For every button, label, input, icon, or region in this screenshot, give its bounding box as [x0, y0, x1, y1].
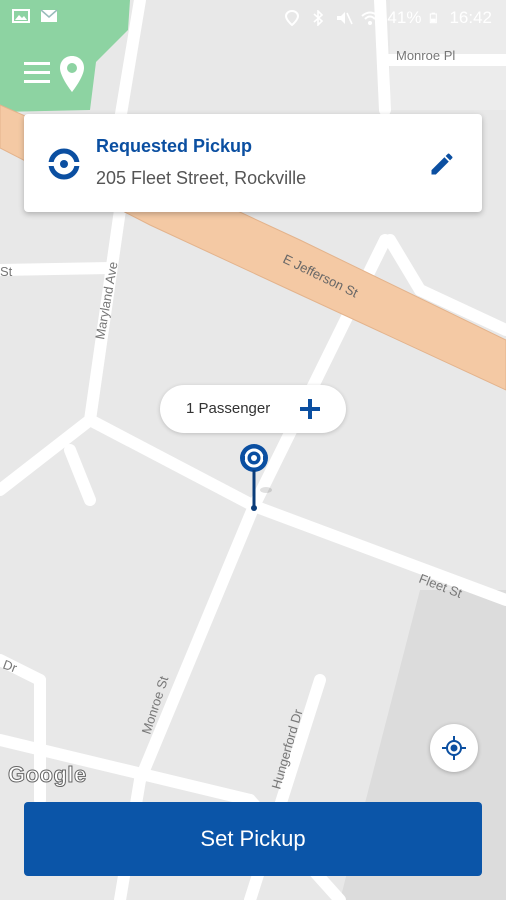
map-pin-icon [60, 56, 84, 92]
google-attribution: Google [8, 762, 87, 788]
set-pickup-button[interactable]: Set Pickup [24, 802, 482, 876]
plus-icon[interactable] [298, 397, 322, 421]
my-location-button[interactable] [430, 724, 478, 772]
street-label-st-left: St [0, 264, 13, 279]
pencil-icon[interactable] [428, 150, 456, 178]
pickup-pin-icon [240, 444, 272, 511]
email-icon [40, 9, 58, 22]
status-bar: 41% 16:42 [0, 0, 506, 36]
target-ring-icon [48, 148, 80, 180]
image-icon [12, 9, 30, 23]
passenger-count-label: 1 Passenger [186, 400, 271, 417]
wifi-icon [361, 11, 380, 25]
pickup-card[interactable]: Requested Pickup 205 Fleet Street, Rockv… [24, 114, 482, 212]
street-label-monroe-pl: Monroe Pl [396, 48, 455, 63]
menu-button[interactable] [22, 52, 88, 96]
bluetooth-icon [313, 10, 324, 26]
clock: 16:42 [449, 8, 492, 27]
battery-icon [430, 12, 438, 24]
crosshair-icon [442, 736, 466, 760]
pickup-title: Requested Pickup [96, 136, 253, 156]
passenger-selector: 1 Passenger [160, 385, 346, 433]
location-icon [285, 10, 300, 26]
mute-icon [337, 12, 354, 25]
battery-percent: 41% [387, 8, 422, 27]
pickup-address: 205 Fleet Street, Rockville [96, 168, 307, 188]
hamburger-icon [24, 62, 50, 83]
